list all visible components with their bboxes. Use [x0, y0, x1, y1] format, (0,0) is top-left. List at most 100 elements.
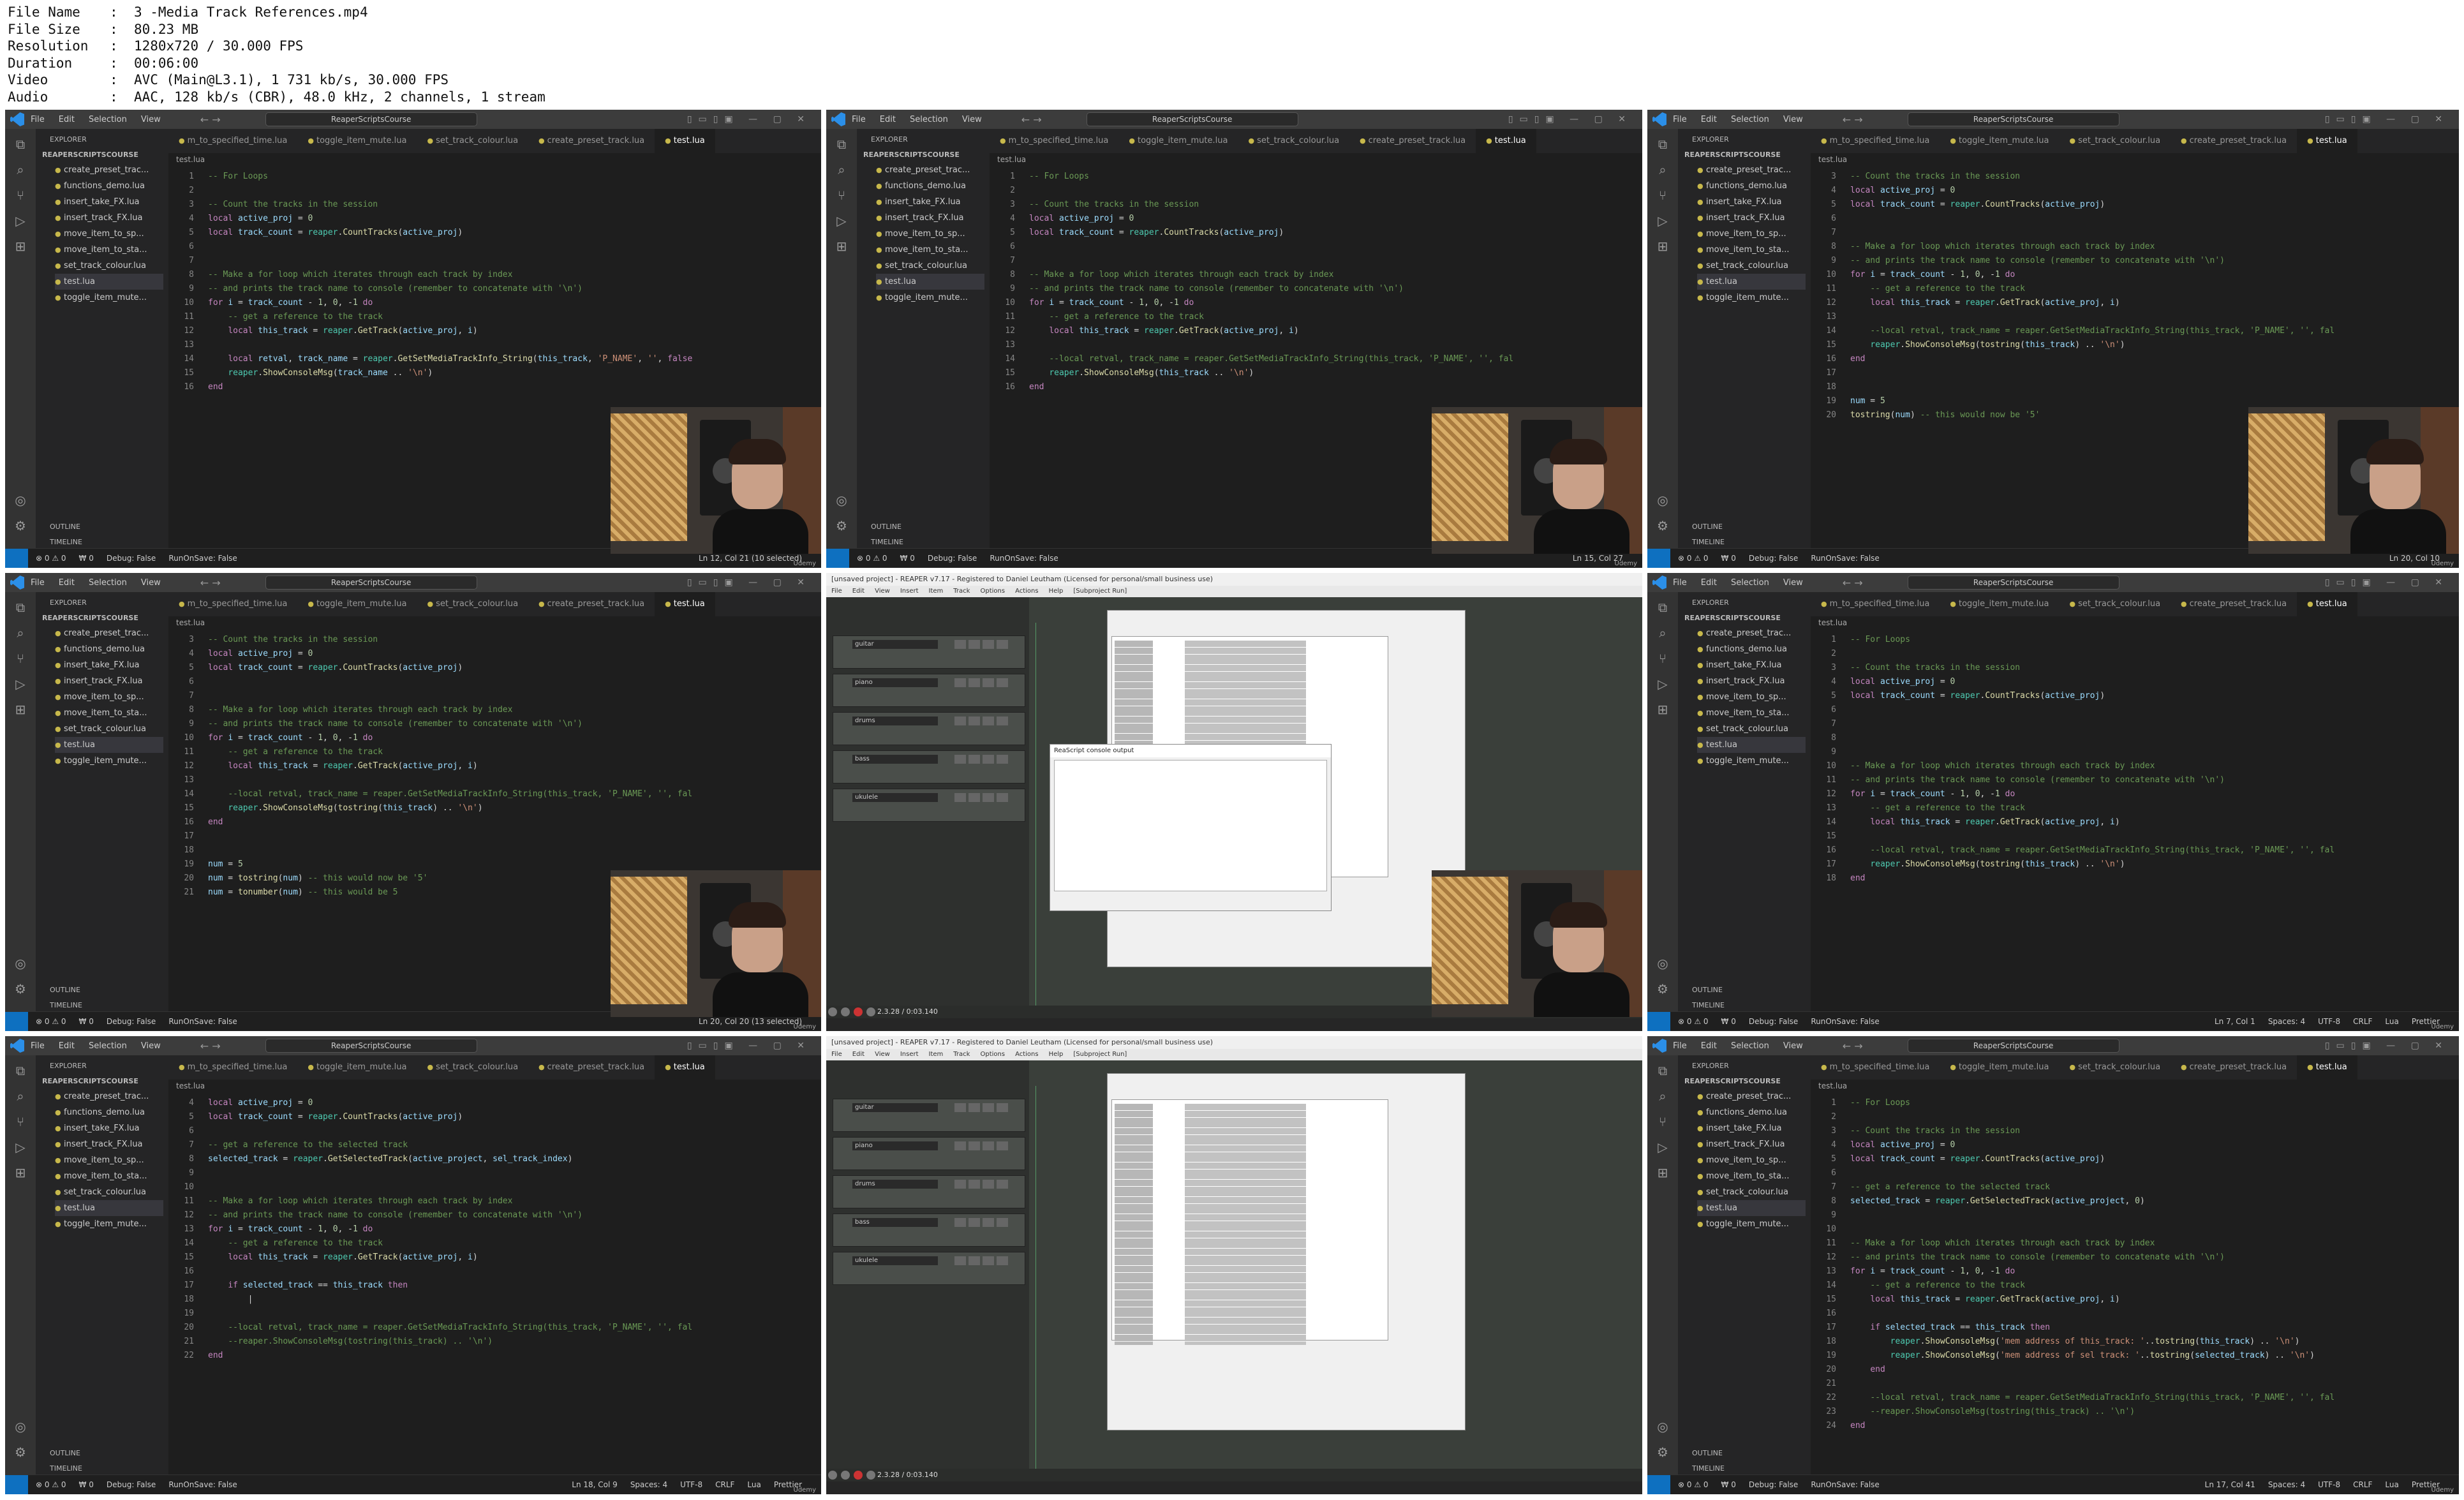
- action-row[interactable]: [1115, 706, 1385, 709]
- action-row[interactable]: [1115, 1279, 1385, 1283]
- layout-toggles-icon[interactable]: ▯▭▯▣ — ▢ ✕: [687, 1041, 811, 1051]
- search-icon[interactable]: ⌕: [834, 162, 849, 177]
- file-item[interactable]: ● toggle_item_mute...: [1697, 290, 1806, 306]
- file-item[interactable]: ● functions_demo.lua: [55, 1104, 163, 1120]
- action-row[interactable]: [1115, 720, 1385, 724]
- rec-icon[interactable]: [854, 1471, 863, 1480]
- menu-selection[interactable]: Selection: [1731, 115, 1769, 124]
- track-header[interactable]: bass: [833, 1214, 1025, 1247]
- editor-tab[interactable]: ● m_to_specified_time.lua: [168, 592, 297, 616]
- breadcrumb[interactable]: test.lua: [168, 153, 821, 166]
- editor-tab[interactable]: ● toggle_item_mute.lua: [1940, 592, 2059, 616]
- file-item[interactable]: ● test.lua: [55, 274, 163, 290]
- status-item[interactable]: UTF-8: [2318, 1017, 2340, 1026]
- track-button[interactable]: [997, 717, 1008, 725]
- workspace-folder[interactable]: REAPERSCRIPTSCOURSE: [1684, 614, 1781, 622]
- track-button[interactable]: [954, 1256, 966, 1265]
- menu-view[interactable]: View: [141, 1041, 161, 1051]
- action-row[interactable]: [1115, 1289, 1385, 1293]
- file-item[interactable]: ● toggle_item_mute...: [55, 1216, 163, 1232]
- track-button[interactable]: [954, 678, 966, 687]
- command-search[interactable]: ReaperScriptsCourse: [1086, 112, 1298, 126]
- timeline-section[interactable]: TIMELINE: [1692, 538, 1725, 546]
- file-item[interactable]: ● set_track_colour.lua: [876, 258, 984, 274]
- file-item[interactable]: ● insert_take_FX.lua: [55, 1120, 163, 1136]
- file-item[interactable]: ● test.lua: [55, 1200, 163, 1216]
- reaper-menu-item[interactable]: [Subproject Run]: [1073, 1051, 1127, 1058]
- action-row[interactable]: [1115, 702, 1385, 706]
- reaper-menu-item[interactable]: File: [831, 588, 842, 595]
- breadcrumb[interactable]: test.lua: [168, 616, 821, 629]
- track-button[interactable]: [983, 678, 994, 687]
- action-row[interactable]: [1115, 1183, 1385, 1187]
- file-item[interactable]: ● move_item_to_sta...: [1697, 705, 1806, 721]
- command-search[interactable]: ReaperScriptsCourse: [265, 112, 477, 126]
- track-button[interactable]: [983, 1256, 994, 1265]
- action-row[interactable]: [1115, 1107, 1385, 1111]
- run-debug-icon[interactable]: ▷: [1655, 1140, 1670, 1155]
- action-row[interactable]: [1115, 664, 1385, 668]
- editor-tab[interactable]: ● create_preset_track.lua: [2171, 592, 2297, 616]
- reaper-menu-item[interactable]: Edit: [852, 588, 865, 595]
- editor-tab[interactable]: ● m_to_specified_time.lua: [990, 129, 1118, 153]
- track-name[interactable]: drums: [852, 1180, 938, 1189]
- action-row[interactable]: [1115, 644, 1385, 648]
- breadcrumb[interactable]: test.lua: [990, 153, 1642, 166]
- file-item[interactable]: ● move_item_to_sta...: [55, 1168, 163, 1184]
- track-header[interactable]: ukulele: [833, 789, 1025, 822]
- track-button[interactable]: [969, 1141, 980, 1150]
- file-item[interactable]: ● insert_take_FX.lua: [1697, 194, 1806, 210]
- cursor-position[interactable]: Ln 12, Col 21 (10 selected): [699, 554, 802, 563]
- file-item[interactable]: ● move_item_to_sp...: [55, 689, 163, 705]
- reaper-menu-item[interactable]: Edit: [852, 1051, 865, 1058]
- track-button[interactable]: [969, 793, 980, 802]
- file-item[interactable]: ● set_track_colour.lua: [55, 721, 163, 737]
- nav-arrows-icon[interactable]: ← →: [1843, 1040, 1863, 1052]
- outline-section[interactable]: OUTLINE: [871, 523, 902, 531]
- file-item[interactable]: ● functions_demo.lua: [1697, 178, 1806, 194]
- account-icon[interactable]: ◎: [1655, 493, 1670, 508]
- layout-toggles-icon[interactable]: ▯▭▯▣ — ▢ ✕: [2325, 114, 2449, 124]
- files-icon[interactable]: ⧉: [13, 600, 28, 615]
- source-control-icon[interactable]: ⑂: [1655, 188, 1670, 203]
- command-search[interactable]: ReaperScriptsCourse: [1907, 575, 2119, 590]
- action-row[interactable]: [1115, 668, 1385, 672]
- nav-arrows-icon[interactable]: ← →: [200, 577, 221, 589]
- remote-indicator-icon[interactable]: [1647, 1475, 1670, 1494]
- editor-tab[interactable]: ● set_track_colour.lua: [2059, 1055, 2171, 1080]
- menu-edit[interactable]: Edit: [59, 115, 75, 124]
- action-row[interactable]: [1115, 1134, 1385, 1138]
- problems-count[interactable]: ⊗ 0 ⚠ 0: [1678, 1017, 1709, 1026]
- ports-count[interactable]: ₩ 0: [1721, 1480, 1736, 1489]
- file-item[interactable]: ● insert_track_FX.lua: [1697, 210, 1806, 226]
- search-icon[interactable]: ⌕: [13, 1088, 28, 1104]
- layout-toggles-icon[interactable]: ▯▭▯▣ — ▢ ✕: [2325, 577, 2449, 588]
- track-button[interactable]: [983, 717, 994, 725]
- action-row[interactable]: [1115, 1162, 1385, 1166]
- workspace-folder[interactable]: REAPERSCRIPTSCOURSE: [1684, 151, 1781, 159]
- menu-selection[interactable]: Selection: [1731, 578, 1769, 588]
- problems-count[interactable]: ⊗ 0 ⚠ 0: [857, 554, 887, 563]
- track-header[interactable]: drums: [833, 1175, 1025, 1208]
- cursor-position[interactable]: Ln 7, Col 1: [2215, 1017, 2255, 1026]
- track-button[interactable]: [969, 678, 980, 687]
- file-item[interactable]: ● test.lua: [1697, 274, 1806, 290]
- track-button[interactable]: [954, 717, 966, 725]
- action-row[interactable]: [1115, 1314, 1385, 1318]
- action-row[interactable]: [1115, 1286, 1385, 1290]
- action-row[interactable]: [1115, 1221, 1385, 1224]
- reaper-menu-item[interactable]: View: [875, 588, 890, 595]
- menu-selection[interactable]: Selection: [89, 1041, 127, 1051]
- extensions-icon[interactable]: ⊞: [13, 702, 28, 717]
- file-item[interactable]: ● functions_demo.lua: [55, 641, 163, 657]
- menu-view[interactable]: View: [141, 578, 161, 588]
- source-control-icon[interactable]: ⑂: [1655, 651, 1670, 666]
- menu-edit[interactable]: Edit: [1701, 115, 1717, 124]
- action-row[interactable]: [1115, 1124, 1385, 1128]
- track-button[interactable]: [969, 755, 980, 764]
- actions-list[interactable]: [1111, 1099, 1388, 1345]
- reaper-menu-item[interactable]: Actions: [1015, 588, 1039, 595]
- track-button[interactable]: [997, 1218, 1008, 1227]
- reaper-menu-item[interactable]: Item: [929, 588, 944, 595]
- reaper-arrange[interactable]: guitar piano drums bass ukulele: [826, 1060, 1642, 1469]
